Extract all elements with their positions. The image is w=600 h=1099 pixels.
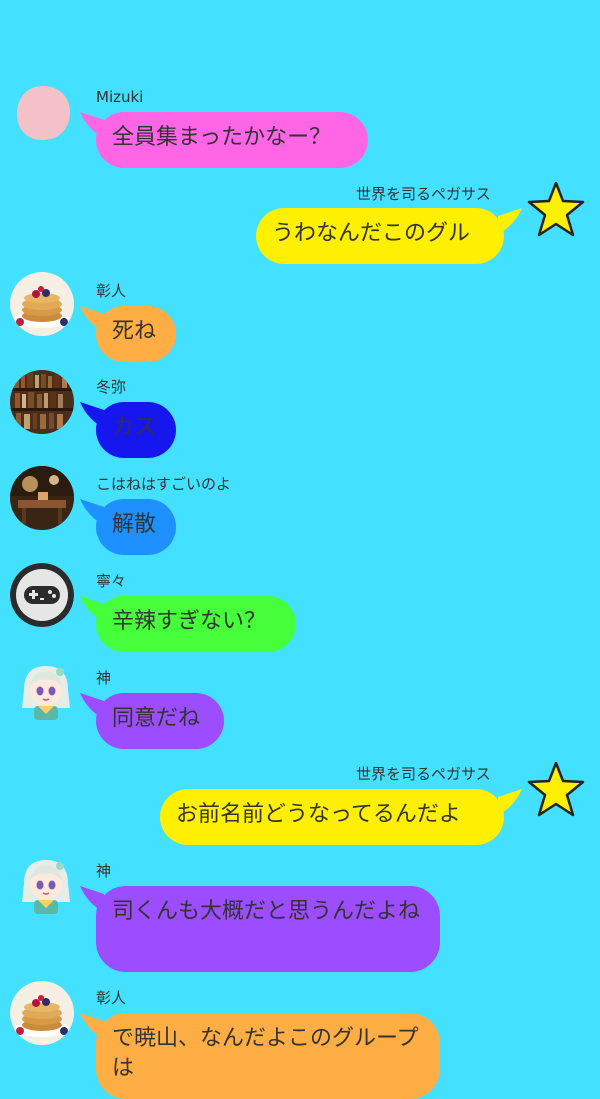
pancake-photo: [10, 981, 74, 1045]
message-bubble[interactable]: 全員集まったかなー？: [96, 112, 368, 168]
message-bubble[interactable]: で暁山、なんだよこのグループは: [96, 1013, 440, 1099]
message-bubble[interactable]: 死ね: [96, 306, 176, 362]
avatar[interactable]: [10, 370, 74, 434]
bookshelf-photo: [10, 370, 74, 434]
sender-name: 神: [96, 669, 112, 687]
sender-name: 冬弥: [96, 378, 127, 396]
message-bubble[interactable]: カス: [96, 402, 176, 458]
anime-girl-avatar: [22, 860, 70, 914]
gamepad-icon: [10, 563, 74, 627]
sender-name: こはねはすごいのよ: [96, 475, 232, 493]
sender-name: 世界を司るペガサス: [356, 185, 491, 203]
message-bubble[interactable]: 同意だね: [96, 693, 224, 749]
sender-name: 世界を司るペガサス: [356, 765, 491, 783]
avatar[interactable]: [14, 84, 72, 142]
avatar[interactable]: [14, 854, 78, 918]
pancake-photo: [10, 272, 74, 336]
star-icon[interactable]: [526, 180, 586, 240]
anime-girl-avatar: [22, 666, 70, 720]
avatar[interactable]: [10, 272, 74, 336]
avatar[interactable]: [10, 981, 74, 1045]
cafe-interior-photo: [10, 466, 74, 530]
sender-name: Mizuki: [96, 88, 144, 106]
avatar[interactable]: [14, 660, 78, 724]
message-bubble[interactable]: 司くんも大概だと思うんだよね: [96, 886, 440, 972]
pink-blob-icon: [16, 86, 70, 140]
sender-name: 彰人: [96, 282, 127, 300]
sender-name: 彰人: [96, 989, 127, 1007]
message-bubble[interactable]: お前名前どうなってるんだよ: [160, 789, 504, 845]
star-icon[interactable]: [526, 760, 586, 820]
sender-name: 寧々: [96, 572, 127, 590]
message-bubble[interactable]: 解散: [96, 499, 176, 555]
avatar[interactable]: [10, 466, 74, 530]
avatar[interactable]: [10, 563, 74, 627]
sender-name: 神: [96, 862, 112, 880]
message-bubble[interactable]: 辛辣すぎない？: [96, 596, 296, 652]
message-bubble[interactable]: うわなんだこのグル: [256, 208, 504, 264]
